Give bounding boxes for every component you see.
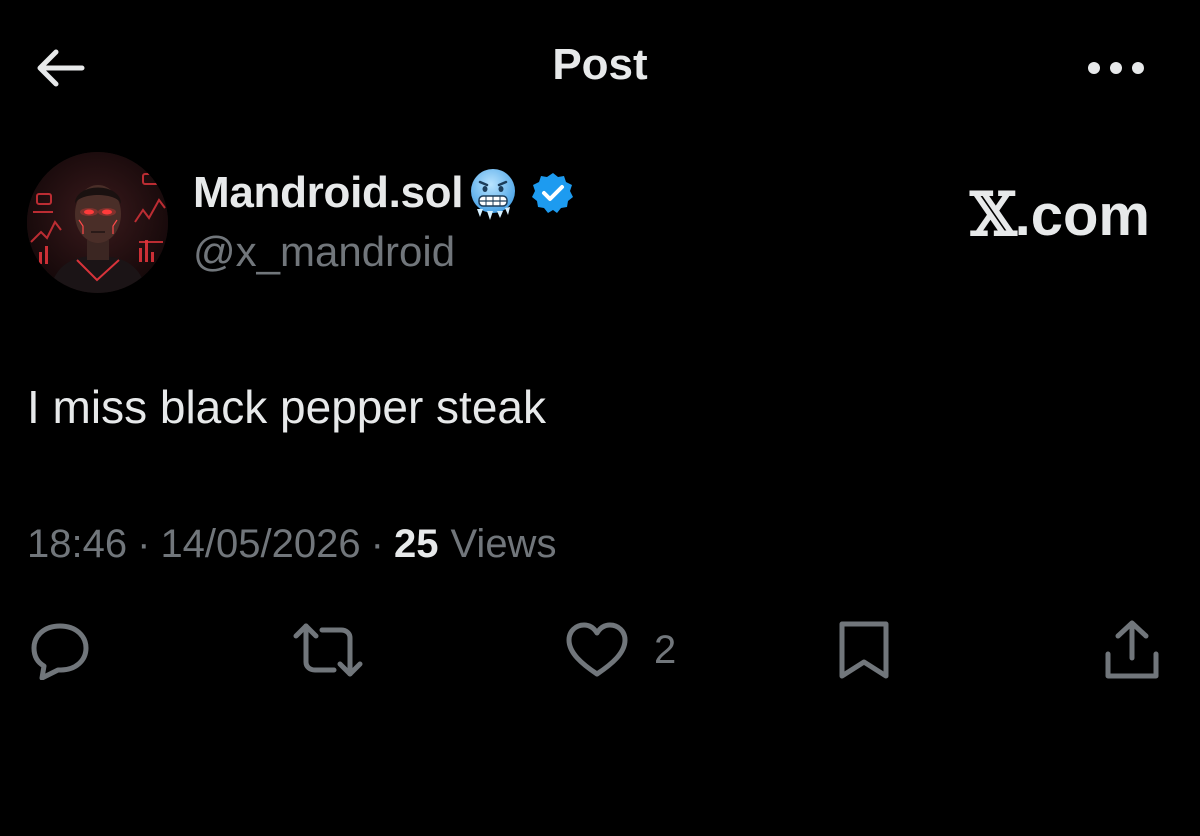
bookmark-button[interactable]	[834, 610, 894, 690]
post-text: I miss black pepper steak	[27, 381, 547, 433]
post-date: 14/05/2026	[160, 522, 361, 566]
avatar-image	[27, 152, 168, 293]
display-name[interactable]: Mandroid.sol	[193, 168, 463, 218]
share-button[interactable]	[1100, 610, 1164, 690]
views-count[interactable]: 25	[394, 522, 439, 567]
share-icon	[1105, 620, 1159, 679]
watermark-domain: .com	[1014, 182, 1150, 248]
arrow-left-icon	[37, 49, 85, 87]
author-name-row: Mandroid.sol	[193, 165, 575, 221]
repost-button[interactable]	[290, 610, 366, 690]
top-app-bar: Post	[0, 0, 1200, 134]
repost-icon	[293, 623, 363, 677]
post-time: 18:46	[27, 522, 128, 566]
more-options-button[interactable]	[1078, 44, 1154, 92]
author-handle[interactable]: @x_mandroid	[193, 228, 455, 276]
verified-badge-icon	[532, 173, 574, 213]
cold-face-emoji-icon	[471, 169, 516, 220]
reply-button[interactable]	[28, 610, 92, 690]
like-count: 2	[654, 627, 677, 672]
x-com-watermark: 𝕏 .com	[970, 180, 1150, 250]
back-button[interactable]	[30, 42, 90, 94]
meta-separator: ·	[137, 522, 151, 566]
bookmark-icon	[839, 621, 889, 679]
page-title: Post	[552, 40, 648, 89]
post-actions-bar: 2	[0, 610, 1200, 690]
heart-icon	[566, 622, 628, 677]
avatar[interactable]	[27, 152, 168, 293]
like-button[interactable]: 2	[564, 610, 676, 690]
post-metadata: 18:46 · 14/05/2026 · 25 Views	[27, 522, 556, 567]
views-label[interactable]: Views	[450, 522, 556, 567]
reply-icon	[31, 623, 89, 680]
more-horizontal-icon	[1088, 62, 1144, 74]
x-logo-mark: 𝕏	[970, 180, 1017, 250]
meta-separator: ·	[370, 522, 384, 566]
